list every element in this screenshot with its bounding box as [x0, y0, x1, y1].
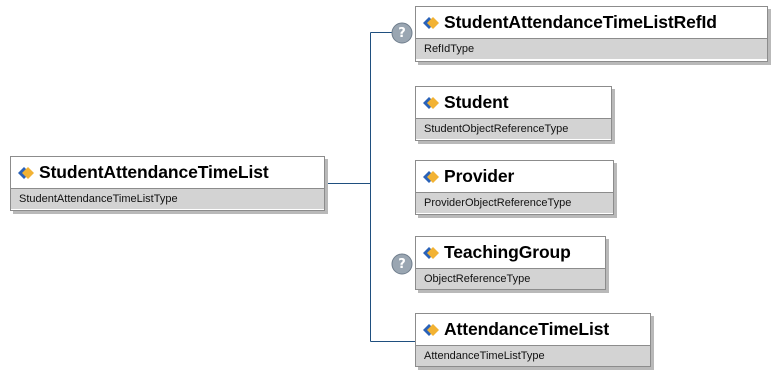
element-diamond-icon	[423, 96, 439, 109]
root-element-box[interactable]: StudentAttendanceTimeList StudentAttenda…	[10, 156, 325, 211]
optional-question-icon: ?	[391, 253, 413, 275]
child-element-type: ProviderObjectReferenceType	[416, 192, 613, 213]
element-diamond-icon	[423, 170, 439, 183]
child-element-type: AttendanceTimeListType	[416, 345, 650, 366]
child-element-type: ObjectReferenceType	[416, 268, 605, 289]
child-element-name: TeachingGroup	[444, 242, 571, 262]
child-element-attendancetimelist-box[interactable]: AttendanceTimeList AttendanceTimeListTyp…	[415, 313, 651, 367]
element-diamond-icon	[423, 16, 439, 29]
child-element-teachinggroup-box[interactable]: TeachingGroup ObjectReferenceType	[415, 236, 606, 290]
root-element-type: StudentAttendanceTimeListType	[11, 188, 324, 209]
element-diamond-icon	[18, 166, 34, 179]
child-element-header: StudentAttendanceTimeListRefId	[416, 7, 767, 38]
child-element-student-box[interactable]: Student StudentObjectReferenceType	[415, 86, 612, 141]
child-element-header: AttendanceTimeList	[416, 314, 650, 345]
optional-question-icon: ?	[391, 22, 413, 44]
child-element-provider-box[interactable]: Provider ProviderObjectReferenceType	[415, 160, 614, 215]
child-element-type: StudentObjectReferenceType	[416, 118, 611, 139]
child-element-header: Student	[416, 87, 611, 118]
child-element-type: RefIdType	[416, 38, 767, 59]
element-diamond-icon	[423, 323, 439, 336]
root-element-name: StudentAttendanceTimeList	[39, 162, 269, 182]
child-element-header: TeachingGroup	[416, 237, 605, 268]
optional-marker-text: ?	[398, 257, 406, 272]
child-element-name: Student	[444, 92, 509, 112]
child-element-name: AttendanceTimeList	[444, 319, 610, 339]
child-element-name: StudentAttendanceTimeListRefId	[444, 12, 717, 32]
element-diamond-icon	[423, 246, 439, 259]
child-element-refid-box[interactable]: StudentAttendanceTimeListRefId RefIdType	[415, 6, 768, 62]
child-element-name: Provider	[444, 166, 515, 186]
root-element-header: StudentAttendanceTimeList	[11, 157, 324, 188]
optional-marker-text: ?	[398, 26, 406, 41]
child-element-header: Provider	[416, 161, 613, 192]
